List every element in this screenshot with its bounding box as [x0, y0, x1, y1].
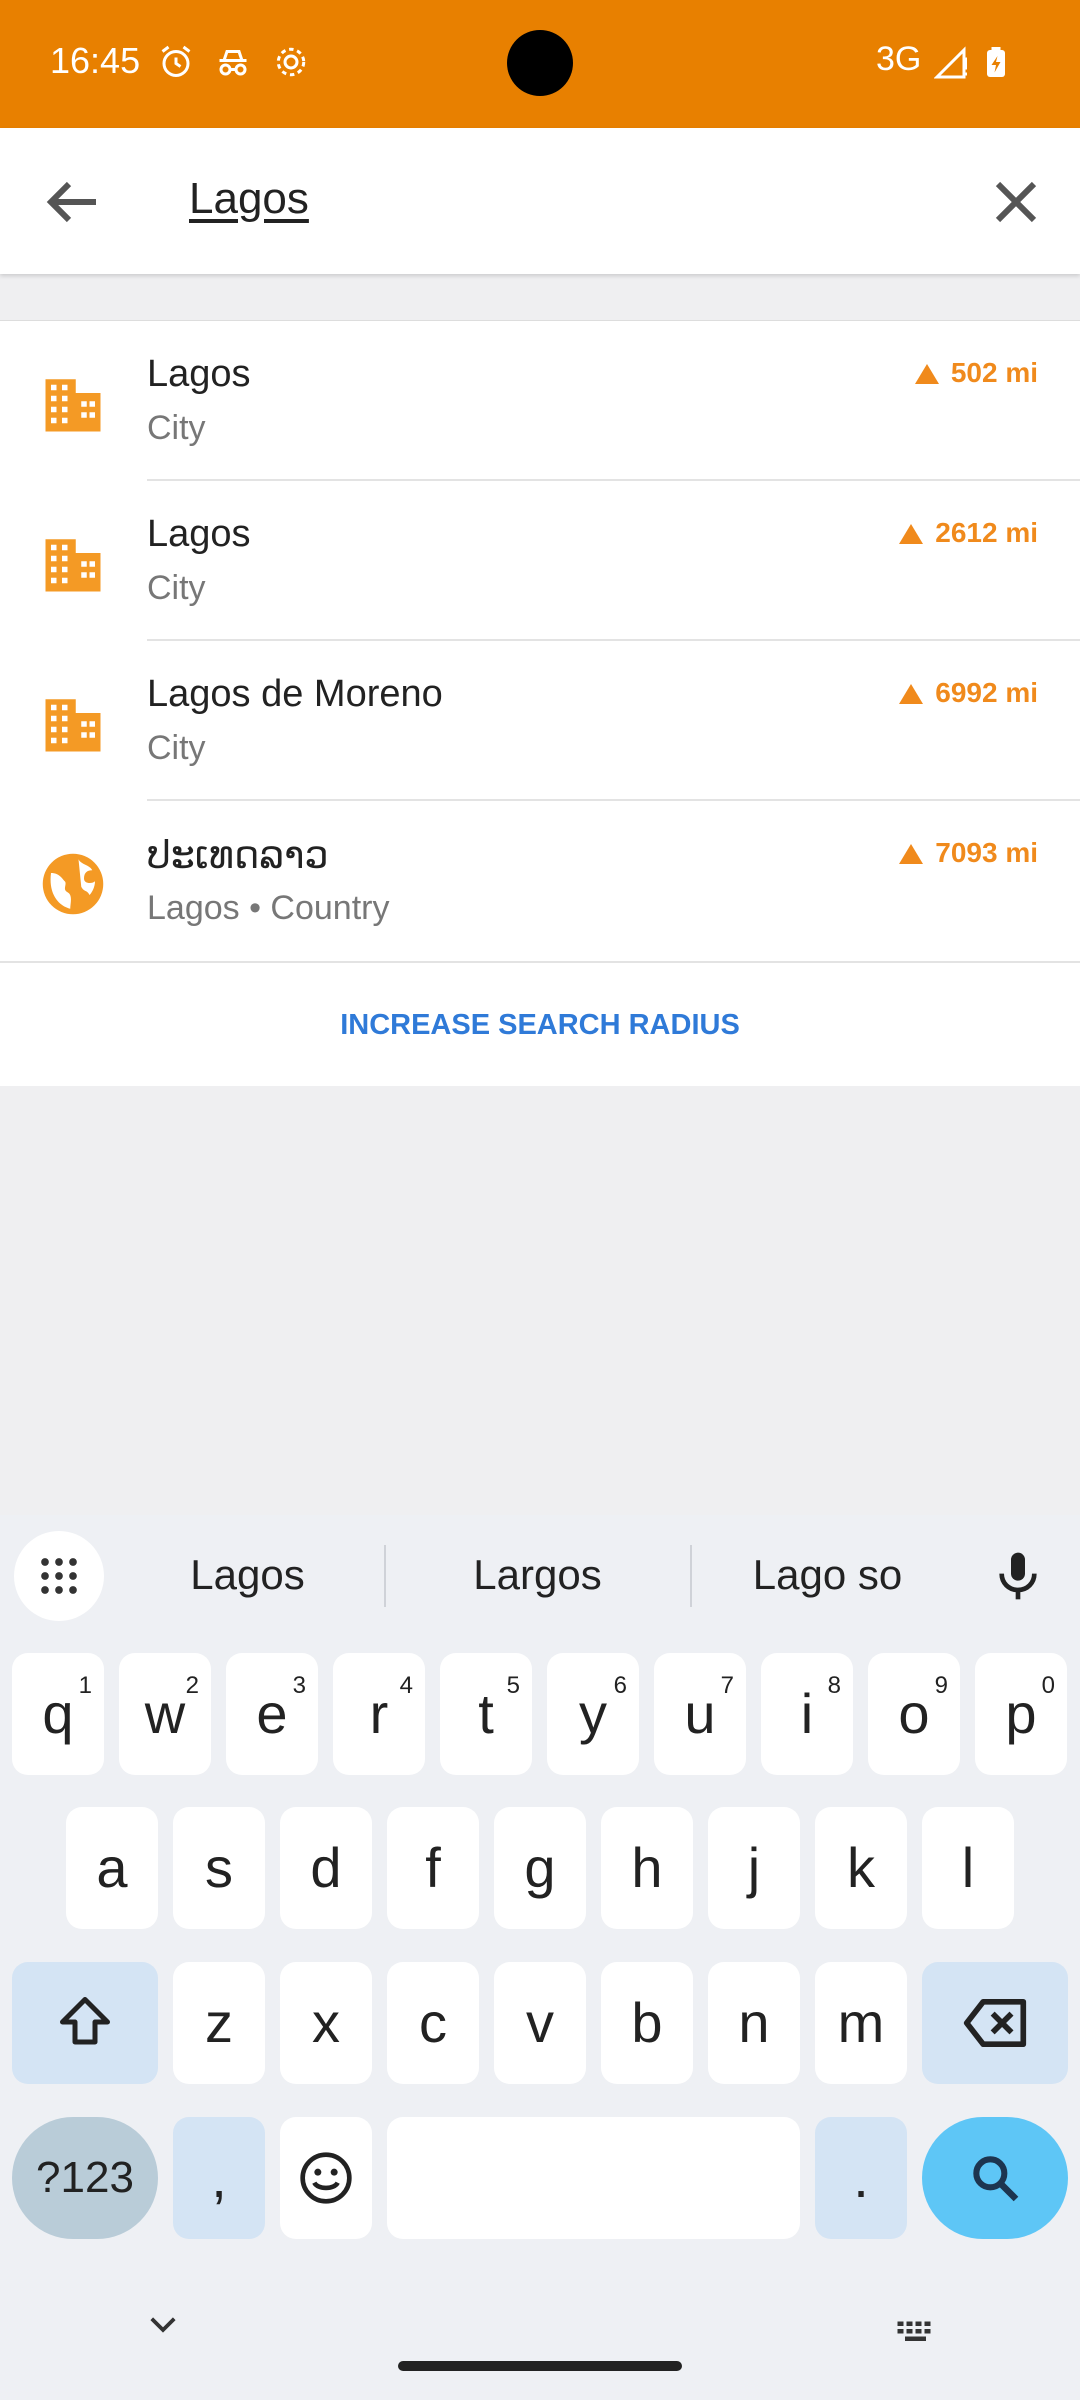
result-title: Lagos	[147, 353, 251, 395]
globe-icon	[42, 853, 104, 915]
keyboard-icon[interactable]	[895, 2320, 939, 2344]
result-item[interactable]: Lagos de Moreno City 6992 mi	[0, 641, 1080, 801]
result-subtitle: City	[147, 729, 206, 767]
result-distance: 2612 mi	[899, 517, 1038, 549]
key-c[interactable]: c	[387, 1962, 479, 2084]
search-icon	[973, 2156, 1019, 2202]
comma-key[interactable]: ,	[173, 2117, 265, 2239]
emoji-icon	[300, 2152, 352, 2204]
result-title: Lagos de Moreno	[147, 673, 443, 715]
key-p[interactable]: p0	[975, 1653, 1067, 1775]
key-w[interactable]: w2	[119, 1653, 211, 1775]
suggestion[interactable]: Lagos	[130, 1551, 365, 1599]
back-arrow-icon[interactable]	[36, 166, 108, 238]
city-building-icon	[45, 379, 101, 432]
key-r[interactable]: r4	[333, 1653, 425, 1775]
alarm-icon	[161, 45, 191, 77]
city-building-icon	[45, 699, 101, 752]
key-h[interactable]: h	[601, 1807, 693, 1929]
signal-icon	[934, 46, 967, 79]
suggestion[interactable]: Lago so	[710, 1551, 945, 1599]
result-title: Lagos	[147, 513, 251, 555]
divider	[690, 1545, 692, 1607]
shift-icon	[60, 1997, 110, 2045]
key-n[interactable]: n	[708, 1962, 800, 2084]
clear-icon[interactable]	[980, 166, 1052, 238]
backspace-icon	[963, 1998, 1027, 2048]
home-indicator[interactable]	[398, 2361, 682, 2371]
key-k[interactable]: k	[815, 1807, 907, 1929]
result-distance: 6992 mi	[899, 677, 1038, 709]
direction-arrow-icon	[899, 524, 924, 544]
direction-arrow-icon	[899, 844, 924, 864]
period-key[interactable]: .	[815, 2117, 907, 2239]
key-v[interactable]: v	[494, 1962, 586, 2084]
symbols-key[interactable]: ?123	[12, 2117, 158, 2239]
key-y[interactable]: y6	[547, 1653, 639, 1775]
key-m[interactable]: m	[815, 1962, 907, 2084]
key-q[interactable]: q1	[12, 1653, 104, 1775]
search-key[interactable]	[922, 2117, 1068, 2239]
incognito-icon	[219, 50, 247, 76]
suggestion[interactable]: Largos	[420, 1551, 655, 1599]
direction-arrow-icon	[899, 684, 924, 704]
result-title: ປະເທດລາວ	[147, 835, 329, 877]
key-x[interactable]: x	[280, 1962, 372, 2084]
key-f[interactable]: f	[387, 1807, 479, 1929]
key-i[interactable]: i8	[761, 1653, 853, 1775]
result-subtitle: City	[147, 569, 206, 607]
search-bar: Lagos	[0, 128, 1080, 274]
key-z[interactable]: z	[173, 1962, 265, 2084]
increase-search-radius-button[interactable]: INCREASE SEARCH RADIUS	[0, 961, 1080, 1087]
network-type: 3G	[876, 40, 922, 78]
divider	[384, 1545, 386, 1607]
status-time: 16:45	[50, 40, 141, 81]
result-item[interactable]: Lagos City 502 mi	[0, 321, 1080, 481]
result-distance: 502 mi	[914, 357, 1038, 389]
key-u[interactable]: u7	[654, 1653, 746, 1775]
front-camera	[507, 30, 573, 96]
key-d[interactable]: d	[280, 1807, 372, 1929]
key-l[interactable]: l	[922, 1807, 1014, 1929]
key-a[interactable]: a	[66, 1807, 158, 1929]
direction-arrow-icon	[914, 364, 939, 384]
result-item[interactable]: ປະເທດລາວ Lagos • Country 7093 mi	[0, 801, 1080, 961]
city-building-icon	[45, 539, 101, 592]
results-list: Lagos City 502 mi Lagos City 2612 mi Lag…	[0, 320, 1080, 1086]
keyboard: Lagos Largos Lago so q1 w2 e3 r4 t5 y6 u…	[0, 1515, 1080, 2400]
backspace-key[interactable]	[922, 1962, 1068, 2084]
key-g[interactable]: g	[494, 1807, 586, 1929]
microphone-icon[interactable]	[990, 1545, 1046, 1607]
shift-key[interactable]	[12, 1962, 158, 2084]
result-subtitle: Lagos • Country	[147, 889, 390, 927]
emoji-key[interactable]	[280, 2117, 372, 2239]
apps-grid-icon	[41, 1558, 77, 1594]
chevron-down-icon[interactable]	[148, 2315, 178, 2335]
result-subtitle: City	[147, 409, 206, 447]
search-input[interactable]: Lagos	[189, 174, 309, 224]
space-key[interactable]	[387, 2117, 800, 2239]
key-o[interactable]: o9	[868, 1653, 960, 1775]
keyboard-menu-button[interactable]	[14, 1531, 104, 1621]
result-distance: 7093 mi	[899, 837, 1038, 869]
key-b[interactable]: b	[601, 1962, 693, 2084]
key-t[interactable]: t5	[440, 1653, 532, 1775]
key-s[interactable]: s	[173, 1807, 265, 1929]
suggestion-strip: Lagos Largos Lago so	[0, 1515, 1080, 1625]
key-j[interactable]: j	[708, 1807, 800, 1929]
key-e[interactable]: e3	[226, 1653, 318, 1775]
status-bar: 16:45 3G	[0, 0, 1080, 128]
battery-charging-icon	[987, 47, 1005, 77]
result-item[interactable]: Lagos City 2612 mi	[0, 481, 1080, 641]
settings-gear-icon	[276, 47, 306, 77]
